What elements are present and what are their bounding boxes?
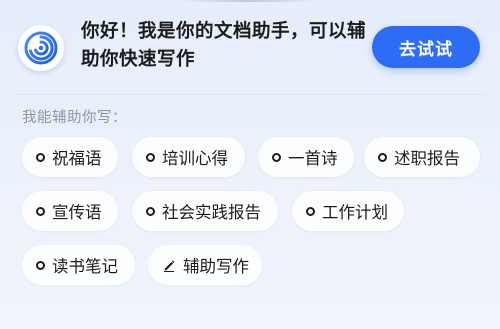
- chip-label: 辅助写作: [183, 257, 249, 276]
- chip-work-plan[interactable]: 工作计划: [292, 191, 404, 231]
- chip-blessing[interactable]: 祝福语: [22, 137, 118, 177]
- chip-slogan[interactable]: 宣传语: [22, 191, 118, 231]
- spiral-logo-icon: [18, 25, 64, 71]
- chip-label: 工作计划: [322, 203, 388, 222]
- chip-assist-writing[interactable]: 辅助写作: [148, 245, 262, 285]
- circle-bullet-icon: [36, 260, 45, 270]
- circle-bullet-icon: [36, 152, 45, 162]
- chip-social-practice-report[interactable]: 社会实践报告: [132, 191, 278, 231]
- chip-label: 培训心得: [162, 149, 228, 168]
- try-it-button[interactable]: 去试试: [372, 26, 480, 68]
- chip-training-reflection[interactable]: 培训心得: [132, 137, 245, 177]
- divider: [16, 94, 484, 95]
- chip-work-report[interactable]: 述职报告: [364, 137, 480, 177]
- greeting-text: 你好！我是你的文档助手，可以辅助你快速写作: [81, 21, 367, 70]
- circle-bullet-icon: [146, 206, 155, 216]
- chip-reading-notes[interactable]: 读书笔记: [22, 245, 135, 285]
- circle-bullet-icon: [36, 206, 45, 216]
- circle-bullet-icon: [306, 206, 315, 216]
- chip-label: 祝福语: [52, 149, 102, 168]
- chip-label: 宣传语: [52, 203, 102, 222]
- section-label: 我能辅助你写：: [22, 110, 127, 126]
- top-remnant: [180, 0, 320, 2]
- circle-bullet-icon: [378, 152, 387, 162]
- chip-label: 一首诗: [288, 149, 338, 168]
- chip-poem[interactable]: 一首诗: [258, 137, 354, 177]
- chip-label: 社会实践报告: [162, 203, 261, 222]
- circle-bullet-icon: [146, 152, 155, 162]
- pen-icon: [162, 258, 176, 272]
- circle-bullet-icon: [272, 152, 281, 162]
- assistant-header: 你好！我是你的文档助手，可以辅助你快速写作 去试试: [0, 12, 500, 82]
- chip-label: 读书笔记: [52, 257, 118, 276]
- chip-label: 述职报告: [394, 149, 460, 168]
